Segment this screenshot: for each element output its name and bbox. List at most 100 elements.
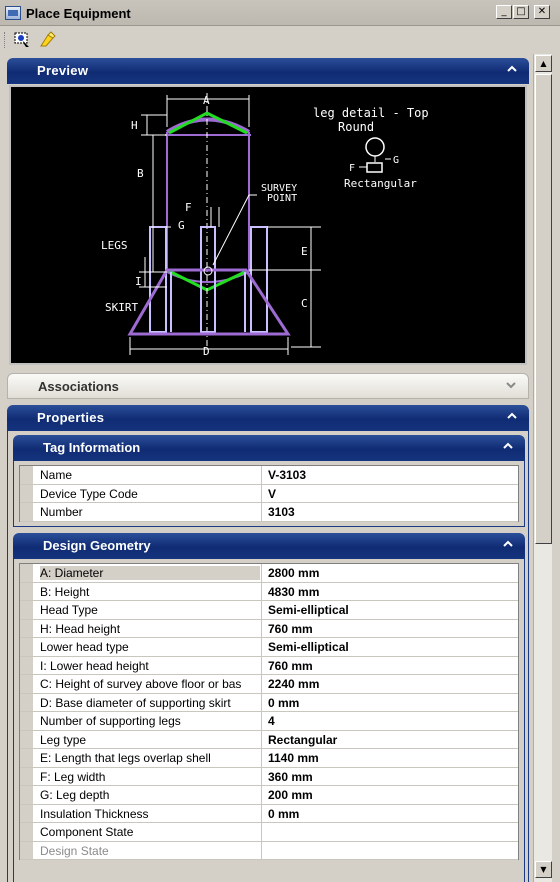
property-value[interactable]: 760 mm	[268, 622, 313, 636]
associations-title: Associations	[38, 379, 119, 394]
property-row[interactable]: Leg type Rectangular	[20, 730, 518, 749]
select-tool-icon[interactable]	[12, 31, 32, 49]
round-label: Round	[338, 120, 374, 134]
property-value[interactable]: Semi-elliptical	[268, 640, 349, 654]
property-value[interactable]: 3103	[268, 505, 295, 519]
preview-header[interactable]: Preview	[7, 58, 529, 84]
property-value[interactable]: 760 mm	[268, 659, 313, 673]
collapse-chevron-icon[interactable]	[505, 62, 519, 76]
property-row[interactable]: Number of supporting legs 4	[20, 712, 518, 731]
property-row[interactable]: G: Leg depth 200 mm	[20, 786, 518, 805]
properties-title: Properties	[37, 410, 105, 425]
property-value[interactable]: 0 mm	[268, 696, 299, 710]
property-row[interactable]: Insulation Thickness 0 mm	[20, 804, 518, 823]
property-value[interactable]: Semi-elliptical	[268, 603, 349, 617]
window-title: Place Equipment	[26, 6, 131, 21]
property-value[interactable]: V	[268, 487, 276, 501]
property-value[interactable]: 1140 mm	[268, 751, 319, 765]
row-gutter	[20, 601, 33, 619]
property-value[interactable]: 360 mm	[268, 770, 313, 784]
close-button[interactable]: ✕	[534, 5, 550, 19]
column-divider	[261, 767, 262, 785]
property-name: Device Type Code	[40, 486, 138, 501]
property-row[interactable]: Device Type Code V	[20, 484, 518, 503]
column-divider	[261, 712, 262, 730]
design-geometry-header[interactable]: Design Geometry	[13, 533, 525, 559]
row-gutter	[20, 638, 33, 656]
legs-label: LEGS	[101, 239, 128, 252]
row-gutter	[20, 841, 33, 859]
column-divider	[261, 786, 262, 804]
property-name: Design State	[40, 843, 109, 858]
property-value[interactable]: 0 mm	[268, 807, 299, 821]
tag-info-header[interactable]: Tag Information	[13, 435, 525, 461]
property-name: G: Leg depth	[40, 788, 110, 802]
column-divider	[261, 841, 262, 859]
property-row[interactable]: I: Lower head height 760 mm	[20, 656, 518, 675]
dim-label-f: F	[185, 201, 192, 214]
toolbar-grip	[4, 32, 7, 48]
property-name: Leg type	[40, 732, 87, 747]
expand-chevron-icon[interactable]	[504, 378, 518, 392]
detail-label-f: F	[349, 163, 355, 174]
property-value[interactable]: 200 mm	[268, 788, 313, 802]
property-row[interactable]: Head Type Semi-elliptical	[20, 601, 518, 620]
property-value[interactable]: 2240 mm	[268, 677, 319, 691]
property-value[interactable]: 2800 mm	[268, 566, 319, 580]
collapse-chevron-icon[interactable]	[505, 409, 519, 423]
property-name: C: Height of survey above floor or bas	[40, 677, 242, 691]
dim-label-d: D	[203, 345, 210, 358]
property-name: I: Lower head height	[40, 658, 149, 673]
scroll-thumb[interactable]	[535, 74, 552, 544]
vertical-scrollbar[interactable]: ▲ ▼	[533, 54, 552, 882]
property-name: Component State	[40, 825, 134, 839]
dim-label-c: C	[301, 297, 308, 310]
properties-header[interactable]: Properties	[7, 405, 529, 431]
column-divider	[261, 804, 262, 822]
minimize-button[interactable]: _	[496, 5, 512, 19]
row-gutter	[20, 693, 33, 711]
row-gutter	[20, 466, 33, 484]
tag-info-title: Tag Information	[43, 440, 141, 455]
detail-label-g: G	[393, 155, 399, 166]
property-row[interactable]: A: Diameter 2800 mm	[20, 564, 518, 583]
property-value[interactable]: Rectangular	[268, 733, 337, 747]
property-row[interactable]: H: Head height 760 mm	[20, 619, 518, 638]
row-gutter	[20, 675, 33, 693]
property-row[interactable]: D: Base diameter of supporting skirt 0 mm	[20, 693, 518, 712]
property-row[interactable]: Component State	[20, 823, 518, 842]
property-row[interactable]: Lower head type Semi-elliptical	[20, 638, 518, 657]
property-value[interactable]: V-3103	[268, 468, 306, 482]
maximize-button[interactable]: □	[513, 5, 529, 19]
column-divider	[261, 675, 262, 693]
property-row[interactable]: Name V-3103	[20, 466, 518, 485]
property-value[interactable]: 4830 mm	[268, 585, 319, 599]
column-divider	[261, 564, 262, 582]
design-geometry-grid: A: Diameter 2800 mm B: Height 4830 mm Head T…	[19, 563, 519, 860]
property-value[interactable]: 4	[268, 714, 275, 728]
property-row[interactable]: Design State	[20, 841, 518, 860]
column-divider	[261, 749, 262, 767]
column-divider	[261, 730, 262, 748]
collapse-chevron-icon[interactable]	[501, 537, 515, 551]
collapse-chevron-icon[interactable]	[501, 439, 515, 453]
property-name: H: Head height	[40, 621, 121, 636]
column-divider	[261, 601, 262, 619]
property-row[interactable]: C: Height of survey above floor or bas 22…	[20, 675, 518, 694]
title-bar: Place Equipment _ □ ✕	[0, 0, 560, 26]
property-row[interactable]: F: Leg width 360 mm	[20, 767, 518, 786]
column-divider	[261, 638, 262, 656]
property-row[interactable]: Number 3103	[20, 503, 518, 522]
scroll-up-icon[interactable]: ▲	[535, 55, 552, 72]
column-divider	[261, 823, 262, 841]
pin-tool-icon[interactable]	[38, 31, 58, 49]
associations-header[interactable]: Associations	[7, 373, 529, 399]
property-row[interactable]: B: Height 4830 mm	[20, 582, 518, 601]
row-gutter	[20, 582, 33, 600]
skirt-label: SKIRT	[105, 301, 138, 314]
property-row[interactable]: E: Length that legs overlap shell 1140 mm	[20, 749, 518, 768]
scroll-down-icon[interactable]: ▼	[535, 861, 552, 878]
property-name: Head Type	[40, 603, 98, 617]
row-gutter	[20, 503, 33, 521]
toolbar	[0, 27, 560, 53]
